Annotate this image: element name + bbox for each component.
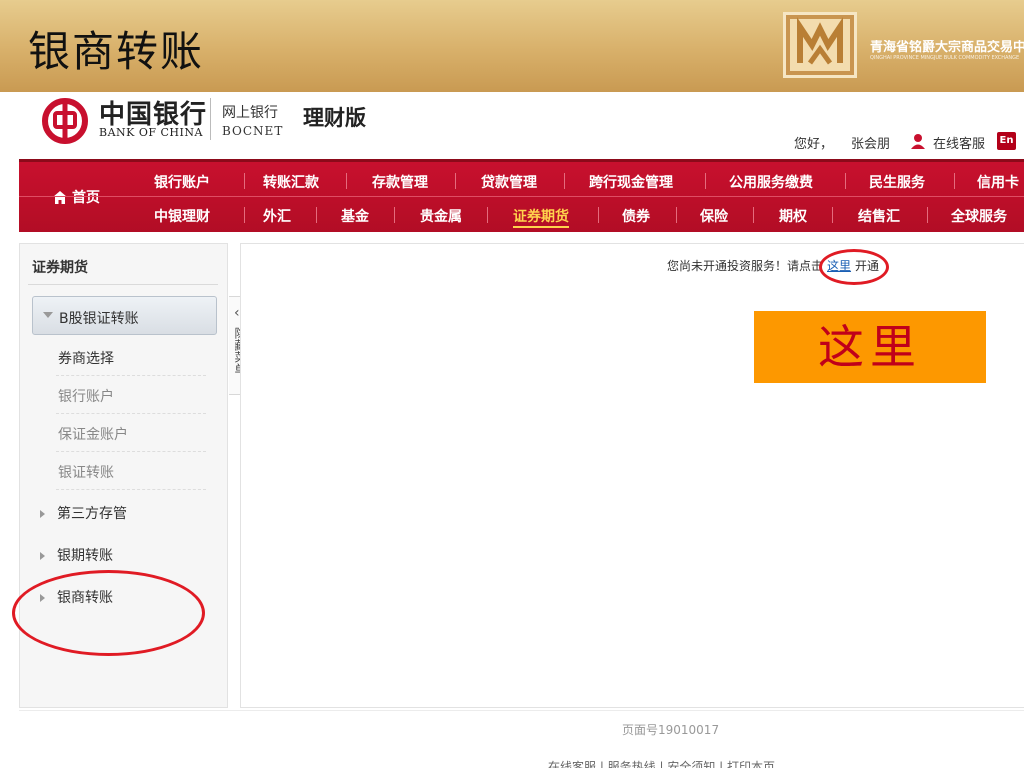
nav-separator bbox=[676, 207, 677, 223]
nav-item-wealth[interactable]: 中银理财 bbox=[154, 206, 210, 226]
customer-service-icon[interactable] bbox=[909, 132, 927, 150]
nav-separator bbox=[244, 173, 245, 189]
nav-separator bbox=[564, 173, 565, 189]
nav-separator bbox=[845, 173, 846, 189]
slide-title: 银商转账 bbox=[28, 27, 205, 76]
bank-name-en: BANK OF CHINA bbox=[99, 126, 203, 139]
caret-down-icon bbox=[43, 312, 53, 318]
sidebar-group-label: 银期转账 bbox=[57, 548, 113, 564]
greeting-text: 您好， bbox=[794, 137, 834, 152]
nav-separator bbox=[244, 207, 245, 223]
nav-row-2: 中银理财 外汇 基金 贵金属 证券期货 债券 保险 期权 结售汇 全球服务 bbox=[19, 198, 1024, 231]
sidebar-item-margin-account[interactable]: 保证金账户 bbox=[58, 424, 128, 444]
divider bbox=[28, 284, 218, 285]
bocnet-label: BOCNET bbox=[222, 124, 284, 138]
nav-item-livelihood[interactable]: 民生服务 bbox=[869, 172, 925, 192]
sidebar-group-third-party-custody[interactable]: 第三方存管 bbox=[40, 503, 127, 523]
exchange-logo-icon bbox=[783, 12, 857, 78]
nav-item-transfer[interactable]: 转账汇款 bbox=[263, 172, 319, 192]
callout-box: 这里 bbox=[754, 311, 986, 383]
nav-item-securities-futures[interactable]: 证券期货 bbox=[513, 206, 569, 228]
nav-row-1: 银行账户 转账汇款 存款管理 贷款管理 跨行现金管理 公用服务缴费 民生服务 信… bbox=[19, 164, 1024, 197]
sidebar-group-b-share-transfer[interactable]: B股银证转账 bbox=[32, 296, 217, 335]
nav-separator bbox=[316, 207, 317, 223]
edition-label: 理财版 bbox=[303, 106, 366, 130]
nav-item-insurance[interactable]: 保险 bbox=[700, 206, 728, 226]
exchange-name-en: QINGHAI PROVINCE MINGJUE BULK COMMODITY … bbox=[870, 55, 1020, 61]
online-service-link[interactable]: 在线客服 bbox=[933, 133, 985, 152]
nav-item-cash-management[interactable]: 跨行现金管理 bbox=[589, 172, 673, 192]
exchange-name: 青海省铭爵大宗商品交易中心 QINGHAI PROVINCE MINGJUE B… bbox=[870, 40, 1024, 68]
nav-separator bbox=[832, 207, 833, 223]
nav-separator bbox=[394, 207, 395, 223]
nav-item-forex[interactable]: 外汇 bbox=[263, 206, 291, 226]
bank-of-china-logo-icon bbox=[42, 98, 88, 144]
sidebar-title: 证券期货 bbox=[32, 260, 88, 276]
nav-separator bbox=[705, 173, 706, 189]
nav-separator bbox=[753, 207, 754, 223]
page-number: 页面号19010017 bbox=[622, 723, 720, 737]
divider bbox=[56, 413, 206, 414]
sidebar-group-bank-futures-transfer[interactable]: 银期转账 bbox=[40, 545, 113, 565]
logo-divider bbox=[210, 98, 211, 140]
nav-separator bbox=[455, 173, 456, 189]
nav-separator bbox=[927, 207, 928, 223]
user-name: 张会朋 bbox=[851, 137, 891, 152]
divider bbox=[56, 375, 206, 376]
sidebar-item-bank-account[interactable]: 银行账户 bbox=[58, 386, 114, 406]
nav-item-public-service[interactable]: 公用服务缴费 bbox=[729, 172, 813, 192]
caret-right-icon bbox=[40, 510, 45, 518]
nav-item-credit-card[interactable]: 信用卡 bbox=[977, 172, 1019, 192]
sidebar-item-broker-selection[interactable]: 券商选择 bbox=[58, 348, 114, 368]
annotation-oval-sidebar bbox=[12, 570, 205, 656]
nav-item-fund[interactable]: 基金 bbox=[341, 206, 369, 226]
sidebar-group-label: 第三方存管 bbox=[57, 506, 127, 522]
notice-text: 您尚未开通投资服务！请点击 bbox=[667, 259, 824, 273]
nav-separator bbox=[346, 173, 347, 189]
bank-header: 中国银行 BANK OF CHINA 网上银行 BOCNET 理财版 您好， 张… bbox=[19, 92, 1024, 159]
nav-item-fx-settlement[interactable]: 结售汇 bbox=[858, 206, 900, 226]
nav-separator bbox=[598, 207, 599, 223]
nav-item-bank-account[interactable]: 银行账户 bbox=[154, 172, 210, 192]
nav-item-loan[interactable]: 贷款管理 bbox=[481, 172, 537, 192]
main-nav: 首页 银行账户 转账汇款 存款管理 贷款管理 跨行现金管理 公用服务缴费 民生服… bbox=[19, 159, 1024, 232]
nav-separator bbox=[954, 173, 955, 189]
nav-item-options[interactable]: 期权 bbox=[779, 206, 807, 226]
divider bbox=[56, 451, 206, 452]
nav-item-bonds[interactable]: 债券 bbox=[622, 206, 650, 226]
slide-header: 银商转账 青海省铭爵大宗商品交易中心 QINGHAI PROVINCE MING… bbox=[0, 0, 1024, 92]
annotation-oval-link bbox=[819, 249, 889, 285]
exchange-name-cn: 青海省铭爵大宗商品交易中心 bbox=[870, 40, 1024, 55]
chevron-left-icon: ‹ bbox=[234, 305, 240, 321]
divider bbox=[19, 710, 1024, 711]
divider bbox=[56, 489, 206, 490]
nav-item-global-services[interactable]: 全球服务 bbox=[951, 206, 1007, 226]
footer-links[interactable]: 在线客服 | 服务热线 | 安全须知 | 打印本页 bbox=[548, 758, 775, 768]
nav-item-precious-metals[interactable]: 贵金属 bbox=[420, 206, 462, 226]
nav-separator bbox=[487, 207, 488, 223]
caret-right-icon bbox=[40, 552, 45, 560]
english-language-button[interactable]: En bbox=[997, 132, 1016, 150]
sidebar-group-label: B股银证转账 bbox=[59, 311, 139, 327]
sidebar-item-bank-securities-transfer[interactable]: 银证转账 bbox=[58, 462, 114, 482]
online-banking-label: 网上银行 bbox=[222, 105, 278, 121]
nav-item-deposit[interactable]: 存款管理 bbox=[372, 172, 428, 192]
